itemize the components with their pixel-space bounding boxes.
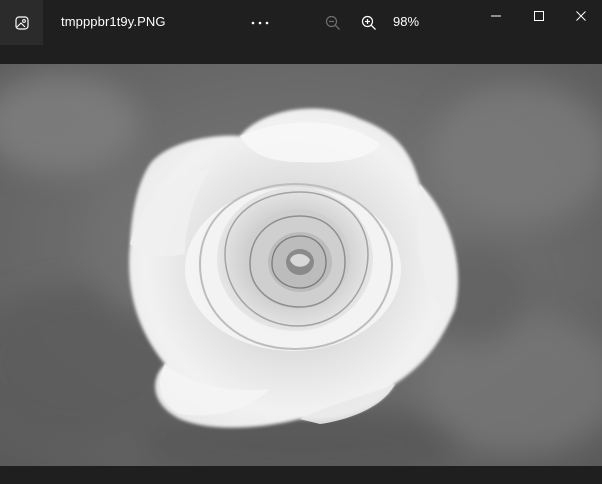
maximize-button[interactable] (525, 4, 553, 28)
more-options-icon (251, 21, 269, 25)
minimize-button[interactable] (482, 4, 510, 28)
zoom-in-button[interactable] (357, 11, 381, 35)
minimize-icon (491, 15, 501, 17)
close-icon (576, 11, 586, 21)
zoom-in-icon (361, 15, 376, 30)
maximize-icon (534, 11, 544, 21)
close-button[interactable] (567, 4, 595, 28)
zoom-out-icon (325, 15, 340, 30)
zoom-out-button[interactable] (322, 11, 344, 35)
photo-app-icon (14, 15, 29, 30)
image-canvas[interactable] (0, 64, 602, 466)
app-icon-button[interactable] (0, 0, 43, 45)
photo-viewer-window: tmpppbr1t9y.PNG 98% (0, 0, 602, 484)
rose-photo (0, 64, 602, 466)
more-options-button[interactable] (246, 9, 274, 37)
status-bar (0, 466, 602, 484)
zoom-level-text: 98% (393, 14, 420, 29)
title-bar: tmpppbr1t9y.PNG 98% (0, 0, 602, 47)
file-name: tmpppbr1t9y.PNG (61, 14, 166, 29)
toolbar-spacer (0, 45, 602, 64)
